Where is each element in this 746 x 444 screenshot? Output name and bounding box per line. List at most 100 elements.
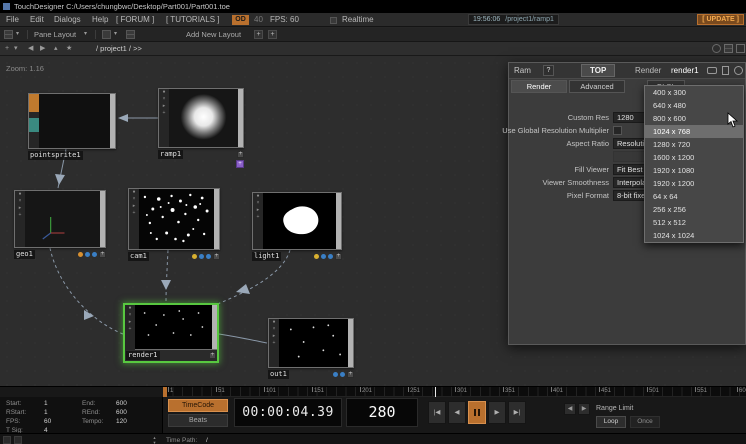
node-pointsprite1[interactable] xyxy=(28,93,116,149)
menu-edit[interactable]: Edit xyxy=(30,13,44,26)
node-viewer-out1[interactable] xyxy=(279,319,348,367)
viewer-circle-icon[interactable] xyxy=(712,44,721,53)
cam1-pickable-flag[interactable] xyxy=(206,254,211,259)
node-viewer-geo1[interactable] xyxy=(25,191,100,247)
res-option[interactable]: 1024 x 1024 xyxy=(645,229,743,242)
end-value[interactable]: 600 xyxy=(116,400,127,407)
range-left-icon[interactable]: ◀ xyxy=(564,403,576,415)
script-page-icon[interactable] xyxy=(722,66,729,75)
res-option-highlighted[interactable]: 1024 x 768 xyxy=(645,125,743,138)
node-cam1[interactable]: ●×▸+ xyxy=(128,188,220,250)
node-viewer-cam1[interactable] xyxy=(139,189,214,249)
cam1-expand-button[interactable]: + xyxy=(213,253,220,260)
res-option[interactable]: 512 x 512 xyxy=(645,216,743,229)
op-family-selector[interactable]: TOP xyxy=(581,64,615,77)
play-forward-button[interactable]: ▶ xyxy=(488,401,506,424)
node-label-geo1[interactable]: geo1 xyxy=(14,250,35,259)
tab-advanced[interactable]: Advanced xyxy=(569,80,625,93)
geo1-render-flag[interactable] xyxy=(78,252,83,257)
parent-up-icon[interactable]: ▴ xyxy=(54,42,58,55)
geo1-display-flag[interactable] xyxy=(85,252,90,257)
node-scrollbar[interactable] xyxy=(212,305,217,349)
node-viewer-light1[interactable] xyxy=(263,193,336,249)
node-scrollbar[interactable] xyxy=(110,94,115,148)
node-flags-column[interactable]: ●×▸+ xyxy=(129,189,139,249)
viewer-square-icon[interactable] xyxy=(736,44,745,53)
comment-bubble-icon[interactable] xyxy=(707,67,717,74)
viewer-grid-icon[interactable] xyxy=(724,44,733,53)
playhead[interactable] xyxy=(435,387,436,397)
res-option[interactable]: 640 x 480 xyxy=(645,99,743,112)
node-label-render1[interactable]: render1 xyxy=(126,351,160,360)
menu-help[interactable]: Help xyxy=(92,13,108,26)
od-badge[interactable]: OD xyxy=(232,15,249,25)
light1-display-flag[interactable] xyxy=(321,254,326,259)
bookmark-star-icon[interactable]: ★ xyxy=(66,42,72,55)
node-label-pointsprite1[interactable]: pointsprite1 xyxy=(28,151,83,160)
menu-file[interactable]: File xyxy=(6,13,19,26)
menu-forum[interactable]: [ FORUM ] xyxy=(116,13,154,26)
node-out1[interactable]: ●×▸+ xyxy=(268,318,354,368)
frame-display[interactable]: 280 xyxy=(346,398,418,427)
out1-display-flag[interactable] xyxy=(333,372,338,377)
node-viewer-pointsprite1[interactable] xyxy=(39,94,110,148)
node-label-ramp1[interactable]: ramp1 xyxy=(158,150,183,159)
res-option[interactable]: 1280 x 720 xyxy=(645,138,743,151)
res-option[interactable]: 256 x 256 xyxy=(645,203,743,216)
res-option[interactable]: 1600 x 1200 xyxy=(645,151,743,164)
node-flags-column[interactable]: ●×▸+ xyxy=(253,193,263,249)
layout-preset-icon[interactable] xyxy=(102,30,111,39)
node-viewer-render1[interactable] xyxy=(135,305,212,349)
rstart-value[interactable]: 1 xyxy=(44,409,48,416)
global-res-checkbox[interactable] xyxy=(613,126,622,135)
ramp1-expand-button[interactable]: + xyxy=(237,151,244,158)
pane-split-icon[interactable] xyxy=(4,30,13,39)
res-option[interactable]: 800 x 600 xyxy=(645,112,743,125)
back-icon[interactable]: ◀ xyxy=(28,42,33,55)
tab-render[interactable]: Render xyxy=(511,80,567,93)
pane-layout-caret-icon[interactable]: ▾ xyxy=(84,29,87,40)
network-breadcrumb[interactable]: / project1 / >> xyxy=(96,42,142,55)
light1-expand-button[interactable]: + xyxy=(335,253,342,260)
update-button[interactable]: [ UPDATE ] xyxy=(697,14,744,25)
add-layout-plus-button-2[interactable]: + xyxy=(268,30,277,39)
res-option[interactable]: 64 x 64 xyxy=(645,190,743,203)
ramp1-mat-badge[interactable]: + xyxy=(236,160,244,168)
op-family-tab[interactable]: Ram xyxy=(514,66,531,75)
geo1-expand-button[interactable]: + xyxy=(99,251,106,258)
node-scrollbar[interactable] xyxy=(348,319,353,367)
rend-value[interactable]: 600 xyxy=(116,409,127,416)
range-right-icon[interactable]: ▶ xyxy=(578,403,590,415)
play-reverse-button[interactable]: ◀ xyxy=(448,401,466,424)
add-new-layout-label[interactable]: Add New Layout xyxy=(186,28,241,41)
forward-icon[interactable]: ▶ xyxy=(40,42,45,55)
time-path-value[interactable]: / xyxy=(206,437,208,444)
bottom-left-icon-2[interactable] xyxy=(14,436,22,444)
realtime-label[interactable]: Realtime xyxy=(342,13,374,26)
once-button[interactable]: Once xyxy=(630,416,660,428)
res-option[interactable]: 1920 x 1200 xyxy=(645,177,743,190)
node-render1-selected[interactable]: ●×▸+ render1 + xyxy=(123,303,219,363)
node-label-out1[interactable]: out1 xyxy=(268,370,289,379)
node-scrollbar[interactable] xyxy=(214,189,219,249)
loop-button[interactable]: Loop xyxy=(596,416,626,428)
bottom-left-icon-1[interactable] xyxy=(3,436,11,444)
cam1-display-flag[interactable] xyxy=(199,254,204,259)
timecode-mode-button[interactable]: TimeCode xyxy=(168,399,228,412)
light1-render-flag[interactable] xyxy=(314,254,319,259)
light1-pickable-flag[interactable] xyxy=(328,254,333,259)
add-tab-icon[interactable]: + xyxy=(5,42,9,55)
time-path-spinner[interactable]: ▴▾ xyxy=(150,435,159,444)
add-layout-plus-button[interactable]: + xyxy=(254,30,263,39)
node-label-cam1[interactable]: cam1 xyxy=(128,252,149,261)
node-light1[interactable]: ●×▸+ xyxy=(252,192,342,250)
cam1-render-flag[interactable] xyxy=(192,254,197,259)
realtime-toggle[interactable] xyxy=(330,17,337,24)
range-start-marker[interactable] xyxy=(163,387,167,397)
node-geo1[interactable]: ●×▸+ xyxy=(14,190,106,248)
node-scrollbar[interactable] xyxy=(336,193,341,249)
node-viewer-ramp1[interactable] xyxy=(169,89,238,147)
out1-pickable-flag[interactable] xyxy=(340,372,345,377)
help-button[interactable]: ? xyxy=(543,65,554,76)
language-circle-icon[interactable] xyxy=(734,66,743,75)
